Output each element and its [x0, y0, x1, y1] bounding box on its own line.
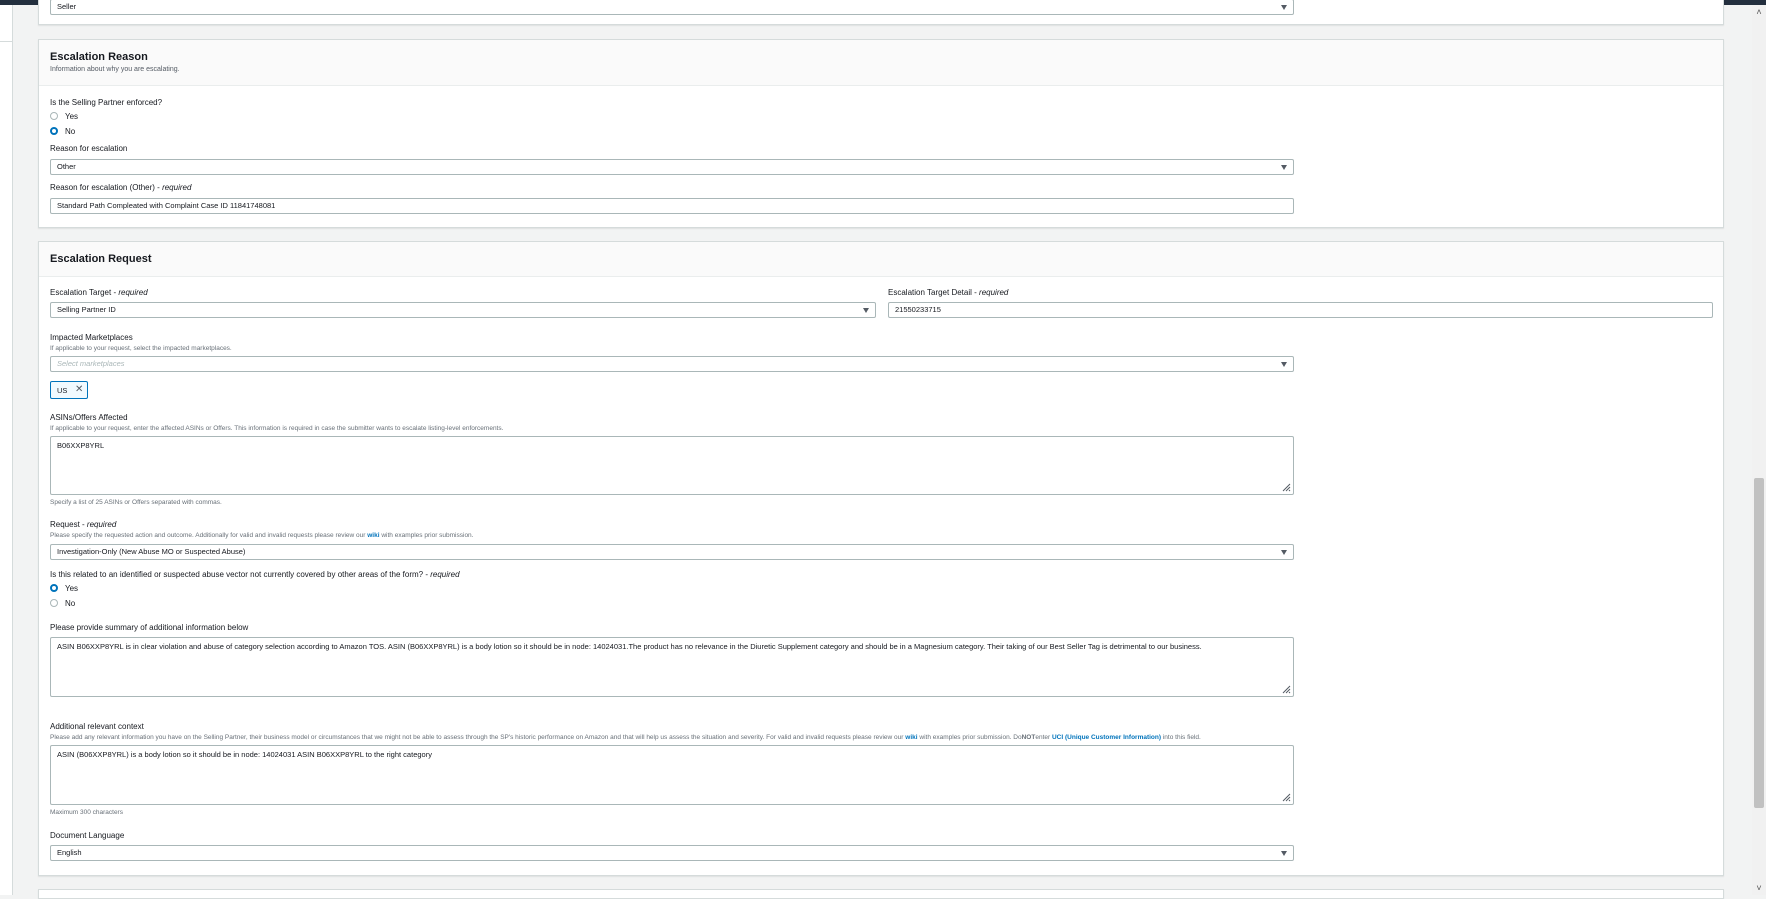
scrollbar-thumb[interactable]: [1754, 478, 1764, 808]
request-label: Request - required: [50, 520, 116, 529]
enforced-no-label: No: [65, 127, 76, 136]
next-panel: [38, 889, 1724, 899]
marketplace-token-label: US: [57, 386, 68, 395]
context-desc-enter: enter: [1035, 734, 1051, 741]
context-desc-mid: with examples prior submission. Do: [919, 734, 1022, 741]
marketplaces-select[interactable]: Select marketplaces: [50, 356, 1294, 372]
asins-hint: Specify a list of 25 ASINs or Offers sep…: [50, 499, 222, 506]
reason-select[interactable]: Other: [50, 159, 1294, 175]
target-detail-label: Escalation Target Detail - required: [888, 288, 1008, 297]
seller-panel: Seller: [38, 0, 1724, 25]
request-desc-post: with examples prior submission.: [381, 532, 474, 539]
asins-value: B06XXP8YRL: [57, 441, 105, 450]
reason-other-value: Standard Path Compleated with Complaint …: [57, 201, 276, 210]
target-detail-input[interactable]: 21550233715: [888, 302, 1713, 318]
vector-yes-radio[interactable]: [50, 584, 58, 592]
resize-handle-icon[interactable]: [1281, 792, 1291, 802]
request-desc-pre: Please specify the requested action and …: [50, 532, 366, 539]
asins-description: If applicable to your request, enter the…: [50, 425, 504, 432]
seller-select[interactable]: Seller: [50, 0, 1294, 15]
context-label: Additional relevant context: [50, 722, 144, 731]
enforced-no-radio[interactable]: [50, 127, 58, 135]
marketplaces-label: Impacted Marketplaces: [50, 333, 133, 342]
summary-value: ASIN B06XXP8YRL is in clear violation an…: [57, 642, 1202, 651]
chevron-down-icon: [1281, 550, 1287, 555]
reason-other-input[interactable]: Standard Path Compleated with Complaint …: [50, 198, 1294, 214]
language-label: Document Language: [50, 831, 125, 840]
close-icon[interactable]: ✕: [75, 385, 83, 395]
request-description: Please specify the requested action and …: [50, 532, 473, 539]
left-rail: [0, 5, 13, 895]
required-marker: required: [118, 288, 148, 297]
context-hint: Maximum 300 characters: [50, 809, 123, 816]
escalation-request-title: Escalation Request: [50, 253, 152, 265]
summary-label: Please provide summary of additional inf…: [50, 623, 249, 632]
required-marker: required: [162, 183, 192, 192]
wiki-link[interactable]: wiki: [905, 734, 917, 741]
escalation-reason-header: [39, 40, 1723, 86]
context-desc-post: into this field.: [1162, 734, 1201, 741]
marketplaces-description: If applicable to your request, select th…: [50, 345, 232, 352]
uci-link[interactable]: UCI (Unique Customer Information): [1052, 734, 1161, 741]
escalation-reason-subtitle: Information about why you are escalating…: [50, 66, 180, 73]
vector-no-label: No: [65, 599, 76, 608]
required-marker: required: [430, 570, 460, 579]
language-select[interactable]: English: [50, 845, 1294, 861]
scroll-down-icon[interactable]: ˅: [1755, 884, 1763, 893]
target-detail-label-text: Escalation Target Detail -: [888, 288, 977, 297]
enforced-yes-radio[interactable]: [50, 112, 58, 120]
request-select[interactable]: Investigation-Only (New Abuse MO or Susp…: [50, 544, 1294, 560]
escalation-reason-panel: Escalation Reason Information about why …: [38, 39, 1724, 228]
context-description: Please add any relevant information you …: [50, 734, 1201, 741]
vector-question: Is this related to an identified or susp…: [50, 570, 460, 579]
required-marker: required: [86, 520, 117, 529]
target-label-text: Escalation Target -: [50, 288, 117, 297]
escalation-reason-title: Escalation Reason: [50, 51, 148, 63]
asins-label: ASINs/Offers Affected: [50, 413, 128, 422]
reason-label: Reason for escalation: [50, 144, 128, 153]
target-select[interactable]: Selling Partner ID: [50, 302, 876, 318]
left-rail-divider: [0, 41, 12, 42]
chevron-down-icon: [1281, 5, 1287, 10]
marketplaces-placeholder: Select marketplaces: [57, 359, 125, 368]
context-textarea[interactable]: ASIN (B06XXP8YRL) is a body lotion so it…: [50, 745, 1294, 805]
reason-select-value: Other: [57, 162, 76, 171]
asins-textarea[interactable]: B06XXP8YRL: [50, 436, 1294, 495]
context-desc-pre: Please add any relevant information you …: [50, 734, 904, 741]
resize-handle-icon[interactable]: [1281, 482, 1291, 492]
language-select-value: English: [57, 848, 82, 857]
target-detail-value: 21550233715: [895, 305, 941, 314]
chevron-down-icon: [1281, 165, 1287, 170]
chevron-down-icon: [1281, 851, 1287, 856]
context-value: ASIN (B06XXP8YRL) is a body lotion so it…: [57, 750, 432, 759]
enforced-question: Is the Selling Partner enforced?: [50, 98, 163, 107]
chevron-down-icon: [1281, 362, 1287, 367]
request-select-value: Investigation-Only (New Abuse MO or Susp…: [57, 547, 246, 556]
seller-select-value: Seller: [57, 2, 77, 11]
required-marker: required: [979, 288, 1009, 297]
escalation-request-header: [39, 242, 1723, 277]
resize-handle-icon[interactable]: [1281, 684, 1291, 694]
target-select-value: Selling Partner ID: [57, 305, 116, 314]
vector-yes-label: Yes: [65, 584, 79, 593]
context-desc-not: NOT: [1021, 734, 1036, 741]
chevron-down-icon: [863, 308, 869, 313]
reason-other-label-text: Reason for escalation (Other) -: [50, 183, 160, 192]
scroll-up-icon[interactable]: ˄: [1755, 8, 1763, 17]
vector-question-text: Is this related to an identified or susp…: [50, 570, 428, 579]
vector-no-radio[interactable]: [50, 599, 58, 607]
target-label: Escalation Target - required: [50, 288, 148, 297]
marketplace-token-us: US ✕: [50, 381, 88, 399]
summary-textarea[interactable]: ASIN B06XXP8YRL is in clear violation an…: [50, 637, 1294, 697]
escalation-request-panel: Escalation Request Escalation Target - r…: [38, 241, 1724, 876]
reason-other-label: Reason for escalation (Other) - required: [50, 183, 191, 192]
request-label-text: Request -: [50, 520, 85, 529]
enforced-yes-label: Yes: [65, 112, 79, 121]
wiki-link[interactable]: wiki: [367, 532, 379, 539]
